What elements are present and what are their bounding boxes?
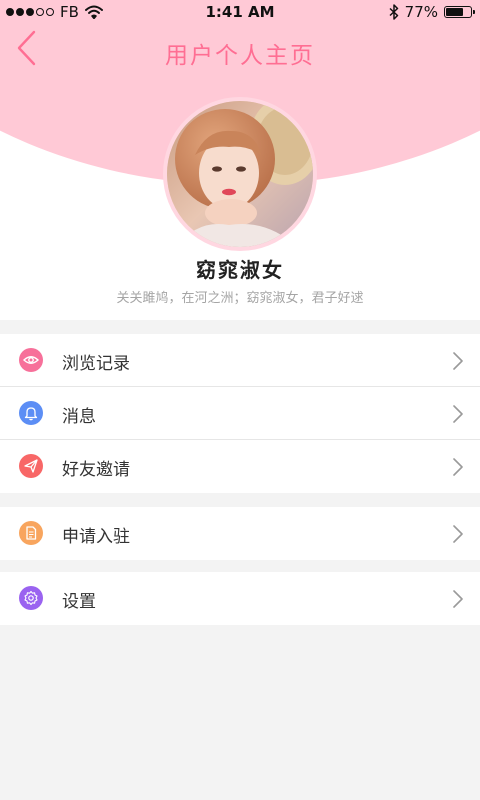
menu-item-settings[interactable]: 设置 <box>0 572 480 625</box>
chevron-right-icon <box>453 352 463 370</box>
profile-header: FB 1:41 AM 77% 用户个人主页 窈窕淑女 关关雎鸠，在河之洲；窈窕淑… <box>0 0 480 320</box>
chevron-right-icon <box>453 405 463 423</box>
menu-item-browse-history[interactable]: 浏览记录 <box>0 334 480 387</box>
menu-item-label: 浏览记录 <box>62 354 130 374</box>
avatar[interactable] <box>163 97 317 251</box>
menu-item-label: 设置 <box>62 592 96 612</box>
profile-bio: 关关雎鸠，在河之洲；窈窕淑女，君子好逑 <box>116 291 364 306</box>
chevron-right-icon <box>453 458 463 476</box>
paper-plane-icon <box>19 454 43 478</box>
menu-item-label: 消息 <box>62 407 96 427</box>
avatar-photo <box>167 101 313 247</box>
chevron-right-icon <box>453 590 463 608</box>
status-right: 77% <box>389 3 475 21</box>
menu-group-settings: 设置 <box>0 572 480 625</box>
menu-item-label: 申请入驻 <box>62 527 130 547</box>
battery-percentage: 77% <box>404 3 438 21</box>
chevron-right-icon <box>453 525 463 543</box>
menu-item-apply-settle[interactable]: 申请入驻 <box>0 507 480 560</box>
profile-name: 窈窕淑女 <box>196 258 284 282</box>
battery-level <box>446 8 463 16</box>
gear-icon <box>19 586 43 610</box>
battery-icon <box>444 6 475 18</box>
status-bar: FB 1:41 AM 77% <box>0 0 480 24</box>
menu-item-friend-invite[interactable]: 好友邀请 <box>0 440 480 493</box>
menu-group-apply: 申请入驻 <box>0 507 480 560</box>
menu-group-activity: 浏览记录 消息 好友邀请 <box>0 334 480 493</box>
menu-item-messages[interactable]: 消息 <box>0 387 480 440</box>
document-icon <box>19 521 43 545</box>
eye-icon <box>19 348 43 372</box>
bluetooth-icon <box>389 4 398 20</box>
menu-item-label: 好友邀请 <box>62 460 130 480</box>
page-title: 用户个人主页 <box>165 43 315 69</box>
bell-icon <box>19 401 43 425</box>
